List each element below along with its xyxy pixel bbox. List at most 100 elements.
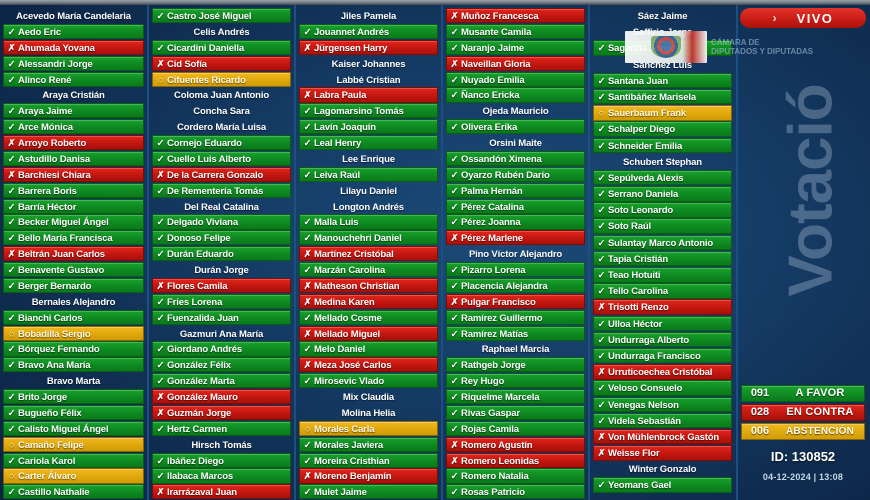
vote-mark-favor-icon: ✓ bbox=[597, 270, 606, 281]
vote-mark-favor-icon: ✓ bbox=[597, 334, 606, 346]
deputy-name: Yeomans Gael bbox=[608, 480, 672, 492]
deputy-name: Orsini Maite bbox=[489, 138, 542, 149]
vote-mark-contra-icon: ✗ bbox=[156, 169, 165, 181]
deputy-name: Winter Gonzalo bbox=[628, 464, 697, 476]
deputy-vote-row: Orsini Maite bbox=[446, 135, 585, 150]
vote-mark-favor-icon: ✓ bbox=[597, 221, 606, 233]
deputy-name: Romero Natalia bbox=[461, 471, 529, 483]
deputy-vote-row: ✓ Pérez Joanna bbox=[446, 214, 585, 230]
deputy-vote-row: ✓ Melo Daniel bbox=[299, 341, 438, 357]
vote-mark-favor-icon: ✓ bbox=[7, 122, 16, 134]
deputy-name: Bello María Francisca bbox=[18, 233, 113, 245]
vote-mark-favor-icon: ✓ bbox=[156, 11, 165, 22]
vote-column-5: Sáez JaimeSaffirio Jorge✓Sagardia JorgeS… bbox=[588, 5, 735, 500]
deputy-vote-row: ✗ De la Carrera Gonzalo bbox=[152, 166, 291, 182]
vote-mark-contra-icon: ✗ bbox=[597, 302, 606, 314]
vote-mark-favor-icon: ✓ bbox=[450, 185, 459, 197]
live-badge: › VIVO bbox=[740, 8, 866, 28]
deputy-vote-row: ✓ Hertz Carmen bbox=[152, 420, 291, 436]
deputy-name: Cicardini Daniella bbox=[167, 42, 245, 54]
deputy-vote-row: ✓ Serrano Daniela bbox=[593, 186, 732, 202]
deputy-vote-row: ✓ Donoso Felipe bbox=[152, 230, 291, 246]
deputy-vote-row: ✓ Leal Henry bbox=[299, 135, 438, 151]
vote-mark-favor-icon: ✓ bbox=[450, 217, 459, 229]
deputy-vote-row: ✓ Yeomans Gael bbox=[593, 477, 732, 493]
vote-mark-contra-icon: ✗ bbox=[156, 392, 165, 403]
deputy-vote-row: Del Real Catalina bbox=[152, 199, 291, 214]
deputy-vote-row: ✓ Bugueño Félix bbox=[3, 404, 144, 421]
vote-mark-favor-icon: ✓ bbox=[156, 376, 165, 388]
deputy-name: Leiva Raúl bbox=[314, 169, 361, 181]
deputy-vote-row: ✓ Ulloa Héctor bbox=[593, 315, 732, 332]
results-panel: › VIVO Votació 091 A FAVOR 028 EN CONTRA… bbox=[736, 5, 870, 500]
vote-mark-favor-icon: ✓ bbox=[450, 312, 459, 324]
deputy-vote-row: Celis Andrés bbox=[152, 24, 291, 39]
deputy-vote-row: ✗ Cid Sofía bbox=[152, 55, 291, 71]
vote-mark-favor-icon: ✓ bbox=[450, 90, 459, 102]
vote-mark-favor-icon: ✓ bbox=[7, 74, 16, 86]
deputy-vote-row: ✓ Pizarro Lorena bbox=[446, 262, 585, 278]
deputy-vote-row: Hirsch Tomás bbox=[152, 437, 291, 452]
vote-mark-favor-icon: ✓ bbox=[597, 253, 606, 265]
vote-mark-favor-icon: ✓ bbox=[597, 91, 606, 103]
deputy-vote-row: ✓ Venegas Nelson bbox=[593, 396, 732, 412]
deputy-name: Cornejo Eduardo bbox=[167, 138, 242, 149]
tally-row-contra: 028 EN CONTRA bbox=[741, 404, 865, 421]
vote-mark-favor-icon: ✓ bbox=[450, 169, 459, 181]
deputy-vote-row: ✗ Muñoz Francesca bbox=[446, 8, 585, 24]
deputy-vote-row: ✓ Berger Bernardo bbox=[3, 277, 144, 294]
deputy-name: Ramírez Guillermo bbox=[461, 312, 543, 324]
deputy-name: Durán Eduardo bbox=[167, 249, 234, 261]
deputy-name: Lilayu Daniel bbox=[340, 185, 397, 197]
deputy-name: Santibáñez Marisela bbox=[608, 91, 696, 103]
deputy-vote-row: ✗ Arroyo Roberto bbox=[3, 135, 144, 151]
deputy-vote-row: ✗ Matheson Christian bbox=[299, 277, 438, 294]
deputy-name: Schneider Emilia bbox=[608, 140, 683, 152]
vote-mark-favor-icon: ✓ bbox=[7, 201, 16, 213]
vote-mark-favor-icon: ✓ bbox=[597, 480, 606, 492]
vote-mark-favor-icon: ✓ bbox=[597, 172, 606, 184]
deputy-name: Jouannet Andrés bbox=[314, 26, 389, 38]
deputy-name: Castro José Miguel bbox=[167, 11, 252, 22]
deputy-name: Morales Carla bbox=[314, 423, 375, 435]
deputy-vote-row: ✓ Brito Jorge bbox=[3, 389, 144, 405]
deputy-name: Ñanco Ericka bbox=[461, 90, 520, 102]
deputy-name: Arce Mónica bbox=[18, 122, 73, 134]
deputy-name: Santana Juan bbox=[608, 75, 668, 87]
deputy-name: Ahumada Yovana bbox=[18, 42, 95, 54]
vote-mark-contra-icon: ✗ bbox=[303, 42, 312, 54]
vote-mark-favor-icon: ✓ bbox=[7, 344, 16, 356]
deputy-vote-row: Labbé Cristian bbox=[299, 72, 438, 87]
deputy-name: Ramírez Matías bbox=[461, 328, 529, 340]
vote-mark-contra-icon: ✗ bbox=[303, 90, 312, 102]
deputy-name: Schalper Diego bbox=[608, 124, 676, 136]
deputy-name: Brito Jorge bbox=[18, 392, 68, 403]
vote-mark-abstain-icon: ○ bbox=[157, 74, 164, 86]
deputy-vote-row: ✓ Ramírez Guillermo bbox=[446, 309, 585, 325]
deputy-name: Romero Leonidas bbox=[461, 455, 539, 467]
deputy-vote-row: ✓ Barría Héctor bbox=[3, 198, 144, 214]
deputy-vote-row: Durán Jorge bbox=[152, 262, 291, 277]
deputy-vote-row: Sáez Jaime bbox=[593, 8, 732, 24]
deputy-vote-row: ✓ Naranjo Jaime bbox=[446, 39, 585, 55]
deputy-name: Veloso Consuelo bbox=[608, 383, 683, 395]
vote-mark-contra-icon: ✗ bbox=[303, 280, 312, 292]
deputy-vote-row: ✓ Becker Miguel Ángel bbox=[3, 214, 144, 230]
deputy-name: Ossandón Ximena bbox=[461, 153, 542, 165]
broadcaster-logo-text: CÁMARA DE DIPUTADOS Y DIPUTADAS bbox=[711, 38, 813, 56]
deputy-name: Trisotti Renzo bbox=[608, 302, 669, 314]
deputy-vote-row: ✓ Soto Raúl bbox=[593, 218, 732, 234]
deputy-vote-row: Acevedo María Candelaria bbox=[3, 8, 144, 23]
deputy-vote-row: ✓ Placencia Alejandra bbox=[446, 277, 585, 294]
deputy-name: Becker Miguel Ángel bbox=[18, 217, 109, 229]
deputy-vote-row: ○ Carter Álvaro bbox=[3, 468, 144, 484]
deputy-name: Bobadilla Sergio bbox=[18, 328, 91, 340]
chevron-right-icon: › bbox=[772, 11, 777, 25]
deputy-name: Mellado Miguel bbox=[314, 328, 380, 340]
deputy-vote-row: Bravo Marta bbox=[3, 373, 144, 388]
deputy-vote-row: ✓ Cicardini Daniella bbox=[152, 39, 291, 55]
vote-mark-contra-icon: ✗ bbox=[7, 169, 16, 181]
deputy-vote-row: ✗ González Mauro bbox=[152, 389, 291, 405]
deputy-name: Medina Karen bbox=[314, 296, 375, 308]
vote-mark-favor-icon: ✓ bbox=[450, 328, 459, 340]
